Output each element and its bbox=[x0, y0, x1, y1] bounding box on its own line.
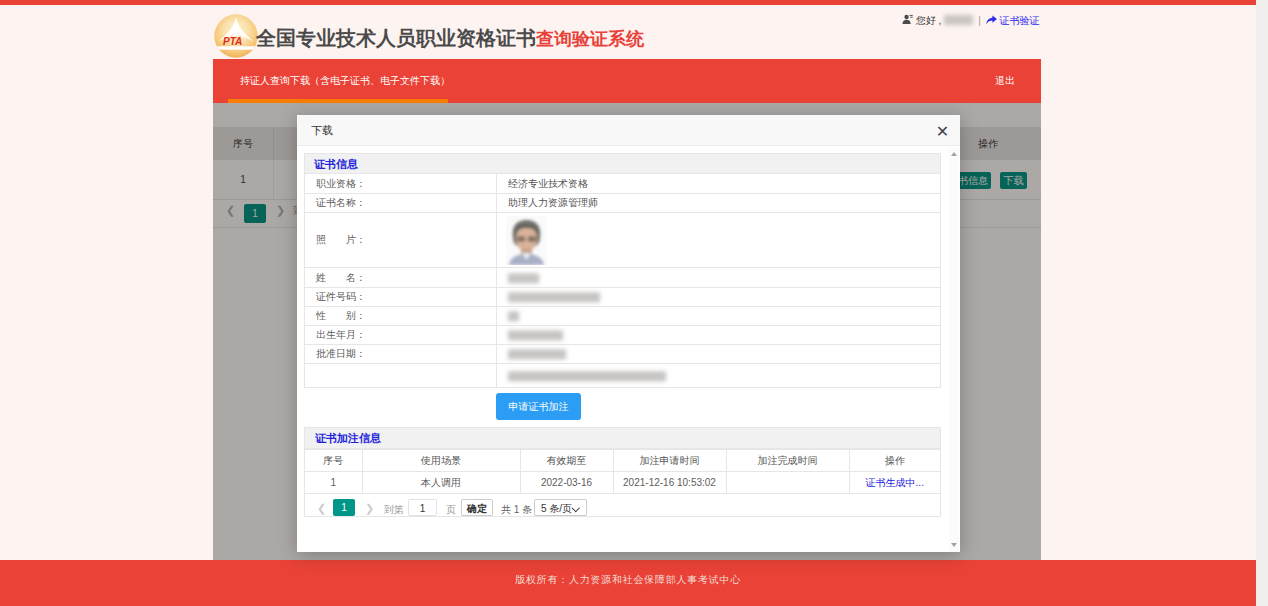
svg-text:PTA: PTA bbox=[223, 36, 242, 47]
